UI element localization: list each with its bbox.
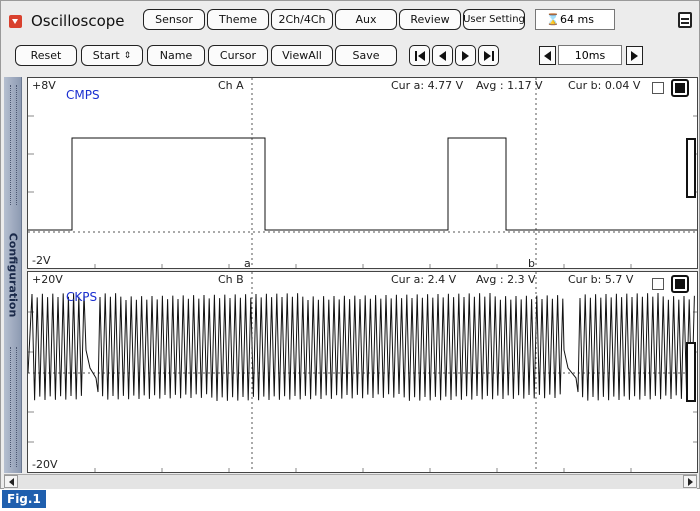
configuration-label: Configuration: [6, 232, 19, 318]
oscilloscope-window: Oscilloscope Sensor Theme 2Ch/4Ch Aux Re…: [0, 0, 700, 489]
cursor-button[interactable]: Cursor: [208, 45, 268, 66]
scroll-left-icon: [8, 477, 14, 486]
last-frame-icon: [483, 50, 491, 61]
channel-a-graph: [28, 78, 697, 268]
channel-a-label: Ch A: [218, 79, 244, 92]
channel-a-toggle-square-icon: [675, 83, 685, 93]
next-frame-button[interactable]: [455, 45, 476, 66]
channel-b-vmax-label: +20V: [32, 273, 63, 286]
channel-b-label: Ch B: [218, 273, 244, 286]
ckps-waveform: [28, 292, 695, 402]
channel-mode-button[interactable]: 2Ch/4Ch: [271, 9, 333, 30]
start-label: Start: [92, 49, 120, 62]
reset-button[interactable]: Reset: [15, 45, 77, 66]
channel-a-cursor-b-value: Cur b: 0.04 V: [568, 79, 641, 92]
app-title: Oscilloscope: [9, 9, 125, 33]
prev-frame-icon: [439, 50, 446, 61]
channel-a-grid-ticks: [28, 115, 697, 268]
cursor-b-marker[interactable]: b: [528, 257, 535, 268]
cursor-a-marker[interactable]: a: [244, 257, 251, 268]
theme-button[interactable]: Theme: [207, 9, 269, 30]
channel-a-side-handle[interactable]: [686, 138, 696, 198]
figure-label: Fig.1: [2, 490, 46, 508]
name-button[interactable]: Name: [147, 45, 205, 66]
configuration-panel-tab[interactable]: Configuration: [4, 77, 22, 473]
next-frame-icon: [462, 50, 469, 61]
channel-a-plot[interactable]: +8V CMPS Ch A Cur a: 4.77 V Avg : 1.17 V…: [27, 77, 698, 269]
channel-a-average-value: Avg : 1.17 V: [476, 79, 543, 92]
dropdown-logo-icon[interactable]: [9, 14, 22, 28]
horizontal-scrollbar[interactable]: [4, 474, 697, 489]
first-frame-button[interactable]: [409, 45, 430, 66]
updown-icon: ⇕: [123, 50, 132, 61]
review-button[interactable]: Review: [399, 9, 461, 30]
channel-a-signal-name: CMPS: [66, 88, 100, 102]
time-div-increase-button[interactable]: [626, 46, 643, 65]
channel-b-cursor-b-value: Cur b: 5.7 V: [568, 273, 634, 286]
first-frame-bar-icon: [414, 50, 417, 61]
channel-b-graph: [28, 272, 697, 472]
sensor-button[interactable]: Sensor: [143, 9, 205, 30]
channel-b-average-value: Avg : 2.3 V: [476, 273, 536, 286]
app-title-text: Oscilloscope: [31, 12, 125, 30]
last-frame-bar-icon: [491, 50, 494, 61]
user-setting-button[interactable]: User Setting: [463, 9, 525, 30]
channel-a-checkbox[interactable]: [652, 82, 664, 94]
first-frame-icon: [417, 50, 425, 61]
channel-b-vmin-label: -20V: [32, 458, 58, 471]
channel-a-vmin-label: -2V: [32, 254, 51, 267]
scroll-left-button[interactable]: [4, 475, 18, 488]
channel-b-plot[interactable]: +20V CKPS Ch B Cur a: 2.4 V Avg : 2.3 V …: [27, 271, 698, 473]
channel-b-side-handle[interactable]: [686, 342, 696, 402]
increase-icon: [631, 50, 638, 61]
capture-time-value: 64 ms: [560, 13, 594, 26]
cmps-waveform: [28, 137, 697, 231]
channel-a-toggle-button[interactable]: [671, 79, 689, 97]
save-button[interactable]: Save: [335, 45, 397, 66]
channel-b-toggle-square-icon: [675, 279, 685, 289]
grip-top: [10, 85, 17, 205]
capture-time-display: ⌛ 64 ms: [535, 9, 615, 30]
channel-b-toggle-button[interactable]: [671, 275, 689, 293]
hourglass-icon: ⌛: [546, 13, 560, 26]
channel-a-cursor-a-value: Cur a: 4.77 V: [391, 79, 464, 92]
start-select[interactable]: Start ⇕: [81, 45, 143, 66]
grip-bottom: [10, 347, 17, 467]
menu-icon[interactable]: [678, 12, 692, 28]
channel-a-vmax-label: +8V: [32, 79, 56, 92]
time-div-decrease-button[interactable]: [539, 46, 556, 65]
viewall-button[interactable]: ViewAll: [271, 45, 333, 66]
aux-button[interactable]: Aux: [335, 9, 397, 30]
channel-b-signal-name: CKPS: [66, 290, 98, 304]
scroll-right-icon: [687, 477, 693, 486]
scroll-right-button[interactable]: [683, 475, 697, 488]
channel-b-checkbox[interactable]: [652, 278, 664, 290]
time-div-display: 10ms: [558, 45, 622, 65]
decrease-icon: [544, 50, 551, 61]
prev-frame-button[interactable]: [432, 45, 453, 66]
last-frame-button[interactable]: [478, 45, 499, 66]
channel-b-cursor-a-value: Cur a: 2.4 V: [391, 273, 457, 286]
